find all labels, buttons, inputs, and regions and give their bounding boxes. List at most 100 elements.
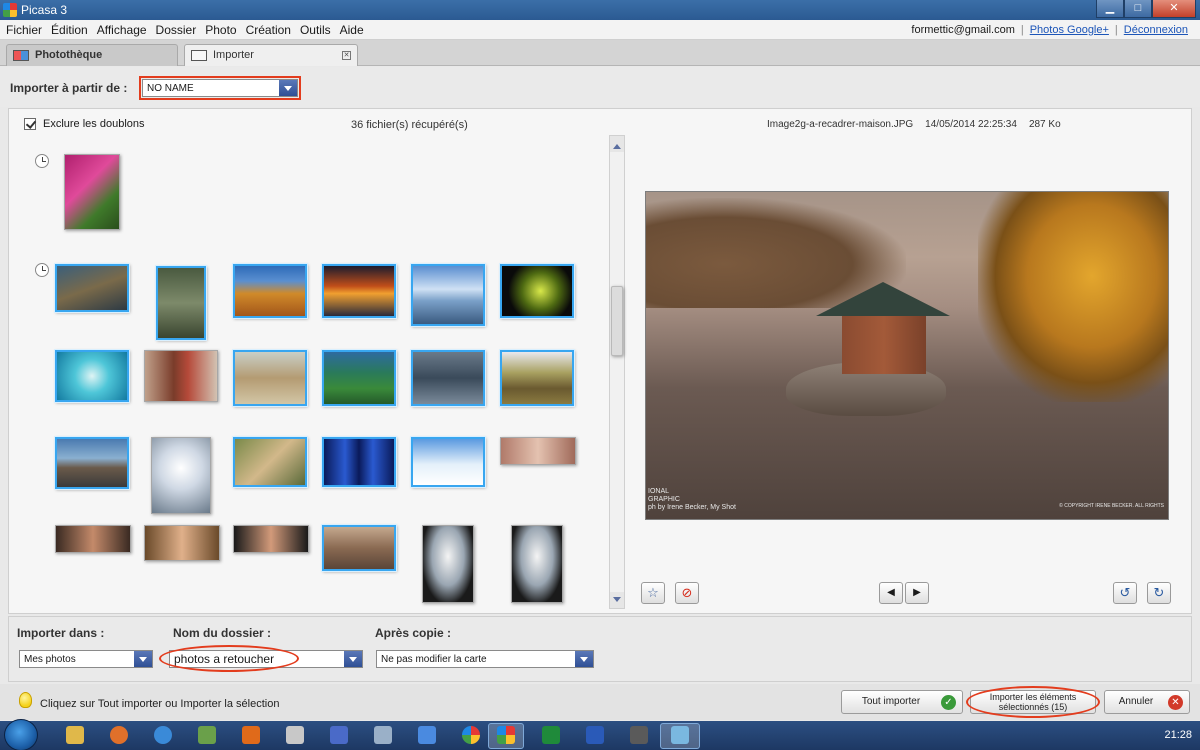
scroll-down-icon[interactable] [610,592,624,608]
rotate-right-icon[interactable]: ↻ [1147,582,1171,604]
previous-icon[interactable]: ◀ [879,582,903,604]
app-icon[interactable] [418,726,436,744]
preview-house [816,282,950,374]
photos-google-link[interactable]: Photos Google+ [1030,24,1109,36]
minimize-button[interactable]: ▁ [1096,0,1124,18]
media-icon[interactable] [242,726,260,744]
photo-thumbnail[interactable] [233,350,307,406]
photo-thumbnail[interactable] [322,264,396,318]
chevron-down-icon[interactable] [575,651,593,667]
photo-thumbnail[interactable] [144,350,218,402]
firefox-icon[interactable] [110,726,128,744]
credit-line: IONAL [648,488,670,495]
menu-edition[interactable]: Édition [51,23,88,37]
highlight-ellipse [966,686,1100,718]
preview-copyright: © COPYRIGHT IRENE BECKER. ALL RIGHTS [1059,503,1164,509]
tab-importer[interactable]: Importer ✕ [184,44,358,66]
import-icon [191,50,207,61]
photo-thumbnail[interactable] [422,525,474,603]
menu-aide[interactable]: Aide [340,23,364,37]
tab-label: Photothèque [35,49,103,61]
import-browser: Exclure les doublons 36 fichier(s) récup… [8,108,1192,614]
scroll-up-icon[interactable] [610,136,624,152]
tab-phototheque[interactable]: Photothèque [6,44,178,66]
file-name: Image2g-a-recadrer-maison.JPG [767,119,914,130]
after-copy-label: Après copie : [375,626,452,640]
app-icon[interactable] [671,726,689,744]
photo-thumbnail[interactable] [322,350,396,406]
photo-thumbnail[interactable] [511,525,563,603]
app-icon[interactable] [374,726,392,744]
picasa-taskbar-icon[interactable] [497,726,515,744]
photo-thumbnail[interactable] [411,264,485,326]
ie-icon[interactable] [154,726,172,744]
chevron-down-icon[interactable] [344,651,362,667]
import-dest-select[interactable]: Mes photos [19,650,153,668]
logout-link[interactable]: Déconnexion [1124,24,1188,36]
reject-icon[interactable]: ⊘ [675,582,699,604]
photo-thumbnail[interactable] [233,437,307,487]
photo-thumbnail[interactable] [55,525,131,553]
tab-bar: Photothèque Importer ✕ [0,40,1200,66]
clock-icon [35,263,49,277]
photo-thumbnail[interactable] [55,264,129,312]
app-icon[interactable] [198,726,216,744]
photo-thumbnail[interactable] [55,350,129,402]
after-copy-select[interactable]: Ne pas modifier la carte [376,650,594,668]
account-email: formettic@gmail.com [911,24,1015,36]
import-source-label: Importer à partir de : [10,81,128,95]
cancel-button[interactable]: Annuler ✕ [1104,690,1190,714]
file-size: 287 Ko [1028,119,1061,130]
app-icon[interactable] [630,726,648,744]
import-all-button[interactable]: Tout importer ✓ [841,690,963,714]
cancel-x-icon: ✕ [1168,695,1183,710]
photo-thumbnail[interactable] [500,264,574,318]
photo-thumbnail[interactable] [411,350,485,406]
system-clock[interactable]: 21:28 [1164,729,1192,741]
exclude-dupes-checkbox[interactable] [24,118,36,130]
menu-creation[interactable]: Création [246,23,291,37]
excel-icon[interactable] [542,726,560,744]
menu-bar: Fichier Édition Affichage Dossier Photo … [0,20,1200,40]
photo-thumbnail[interactable] [156,266,206,340]
app-icon[interactable] [330,726,348,744]
menu-fichier[interactable]: Fichier [6,23,42,37]
window-title: Picasa 3 [21,3,68,17]
separator: | [1114,24,1118,36]
exclude-dupes-row[interactable]: Exclure les doublons [24,118,145,130]
maximize-button[interactable]: □ [1124,0,1152,18]
photo-thumbnail[interactable] [322,525,396,571]
menu-affichage[interactable]: Affichage [97,23,147,37]
photo-thumbnail[interactable] [144,525,220,561]
lightbulb-icon [19,692,32,708]
file-info: Image2g-a-recadrer-maison.JPG 14/05/2014… [767,119,1061,130]
chrome-icon[interactable] [462,726,480,744]
next-icon[interactable]: ▶ [905,582,929,604]
thumbnails-scrollbar[interactable] [609,135,625,609]
photo-thumbnail[interactable] [500,350,574,406]
photo-thumbnail[interactable] [64,154,120,230]
photo-thumbnail[interactable] [55,437,129,489]
photo-thumbnail[interactable] [151,437,211,514]
app-icon[interactable] [286,726,304,744]
photo-thumbnail[interactable] [500,437,576,465]
after-copy-value: Ne pas modifier la carte [381,654,487,665]
star-icon[interactable]: ☆ [641,582,665,604]
photo-thumbnail[interactable] [233,525,309,553]
scrollbar-thumb[interactable] [611,286,623,356]
library-icon [13,50,29,61]
menu-outils[interactable]: Outils [300,23,331,37]
photo-thumbnail[interactable] [322,437,396,487]
menu-dossier[interactable]: Dossier [156,23,197,37]
explorer-icon[interactable] [66,726,84,744]
chevron-down-icon[interactable] [134,651,152,667]
photo-thumbnail[interactable] [233,264,307,318]
close-button[interactable]: ✕ [1152,0,1196,18]
close-tab-icon[interactable]: ✕ [342,51,351,60]
menu-photo[interactable]: Photo [205,23,236,37]
start-button[interactable] [4,719,38,750]
photo-thumbnail[interactable] [411,437,485,487]
word-icon[interactable] [586,726,604,744]
rotate-left-icon[interactable]: ↺ [1113,582,1137,604]
import-dest-value: Mes photos [24,654,76,665]
